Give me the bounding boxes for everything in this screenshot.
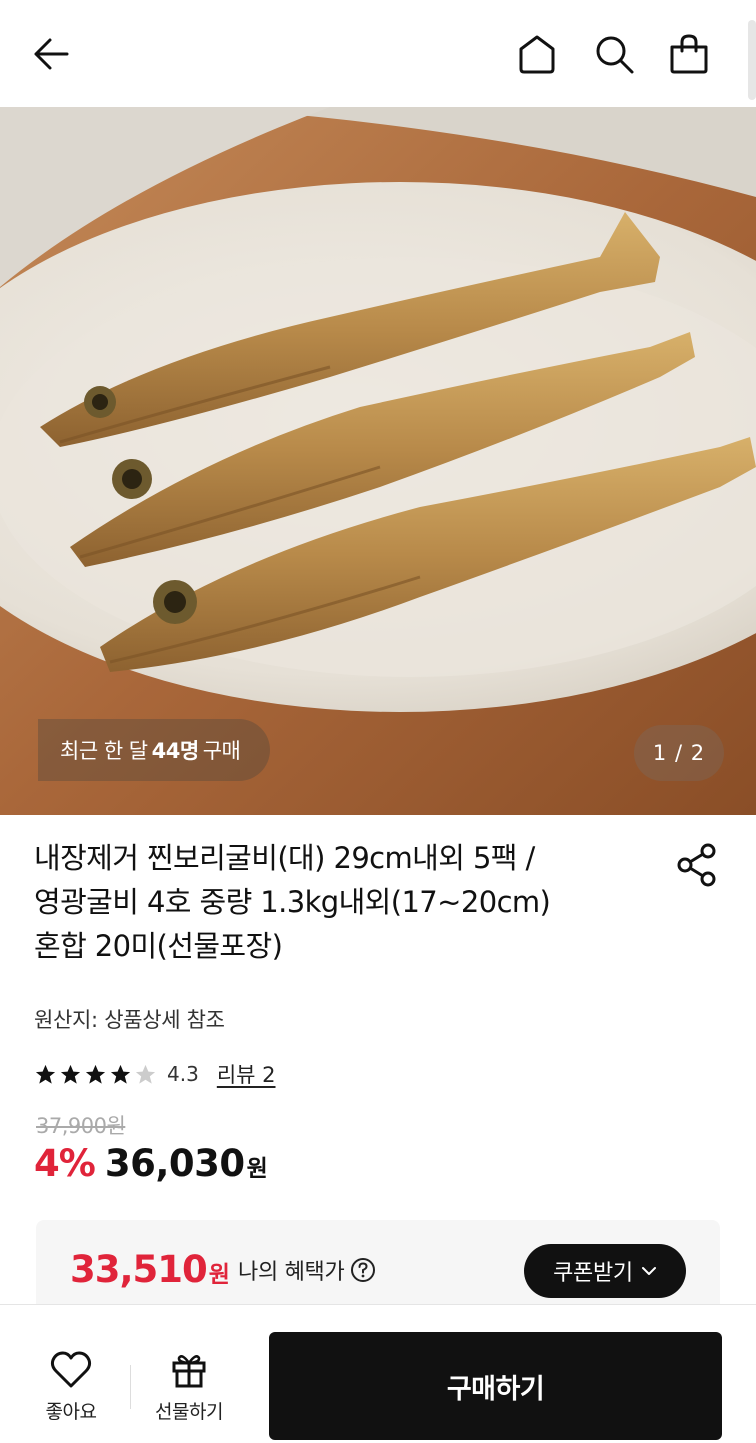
coupon-button[interactable]: 쿠폰받기 — [524, 1244, 686, 1298]
origin-info: 원산지: 상품상세 참조 — [34, 1008, 225, 1032]
original-price: 37,900원 — [36, 1114, 126, 1138]
star-empty-icon — [135, 1064, 156, 1084]
recent-prefix: 최근 한 달 — [60, 739, 148, 763]
buy-button[interactable]: 구매하기 — [269, 1332, 722, 1440]
star-full-icon — [110, 1064, 131, 1084]
discount-rate: 4% — [34, 1142, 96, 1185]
scrollbar[interactable] — [748, 20, 756, 100]
benefit-label-row: 나의 혜택가 — [238, 1254, 376, 1286]
back-button[interactable] — [26, 28, 74, 80]
benefit-price-value: 33,510 — [70, 1248, 208, 1291]
rating-row: 4.3 리뷰 2 — [34, 1058, 276, 1090]
coupon-button-label: 쿠폰받기 — [553, 1261, 633, 1286]
top-header — [0, 0, 756, 107]
heart-icon — [50, 1351, 92, 1388]
review-link[interactable]: 리뷰 2 — [217, 1059, 276, 1089]
image-page-counter: 1 / 2 — [634, 725, 724, 781]
share-button[interactable] — [676, 842, 718, 888]
home-button[interactable] — [513, 28, 561, 80]
help-icon[interactable] — [350, 1257, 376, 1283]
star-full-icon — [35, 1064, 56, 1084]
price-row: 4% 36,030 원 — [34, 1142, 268, 1194]
home-icon — [519, 35, 555, 74]
recent-purchase-badge: 최근 한 달 44명 구매 — [38, 719, 271, 781]
product-title: 내장제거 찐보리굴비(대) 29cm내외 5팩 / 영광굴비 4호 중량 1.3… — [34, 836, 634, 968]
gift-icon — [172, 1355, 206, 1388]
sale-price: 36,030 — [104, 1142, 245, 1185]
like-button[interactable]: 좋아요 — [26, 1351, 116, 1424]
share-icon — [677, 843, 716, 887]
back-arrow-icon — [34, 38, 69, 70]
chevron-down-icon — [641, 1267, 656, 1275]
rating-value: 4.3 — [167, 1062, 199, 1086]
star-full-icon — [85, 1064, 106, 1084]
cart-button[interactable] — [665, 28, 713, 80]
divider — [130, 1365, 131, 1409]
recent-suffix: 구매 — [202, 739, 241, 763]
shopping-bag-icon — [670, 34, 708, 74]
product-title-line: 영광굴비 4호 중량 1.3kg내외(17~20cm) — [34, 885, 551, 919]
gift-button[interactable]: 선물하기 — [144, 1351, 234, 1424]
gift-label: 선물하기 — [155, 1401, 223, 1423]
search-icon — [596, 36, 634, 74]
recent-count: 44명 — [151, 739, 200, 763]
benefit-currency: 원 — [208, 1262, 230, 1288]
product-image-carousel[interactable]: 최근 한 달 44명 구매 1 / 2 — [0, 107, 756, 815]
price-currency: 원 — [246, 1156, 268, 1182]
product-title-line: 혼합 20미(선물포장) — [34, 929, 283, 963]
search-button[interactable] — [590, 28, 638, 80]
product-title-line: 내장제거 찐보리굴비(대) 29cm내외 5팩 / — [34, 841, 535, 875]
like-label: 좋아요 — [45, 1401, 97, 1423]
star-full-icon — [60, 1064, 81, 1084]
product-photo — [0, 107, 756, 815]
benefit-label: 나의 혜택가 — [238, 1260, 345, 1285]
bottom-action-bar: 좋아요 선물하기 구매하기 — [0, 1304, 756, 1443]
star-rating — [34, 1063, 157, 1086]
benefit-price: 33,510 원 — [70, 1248, 230, 1291]
